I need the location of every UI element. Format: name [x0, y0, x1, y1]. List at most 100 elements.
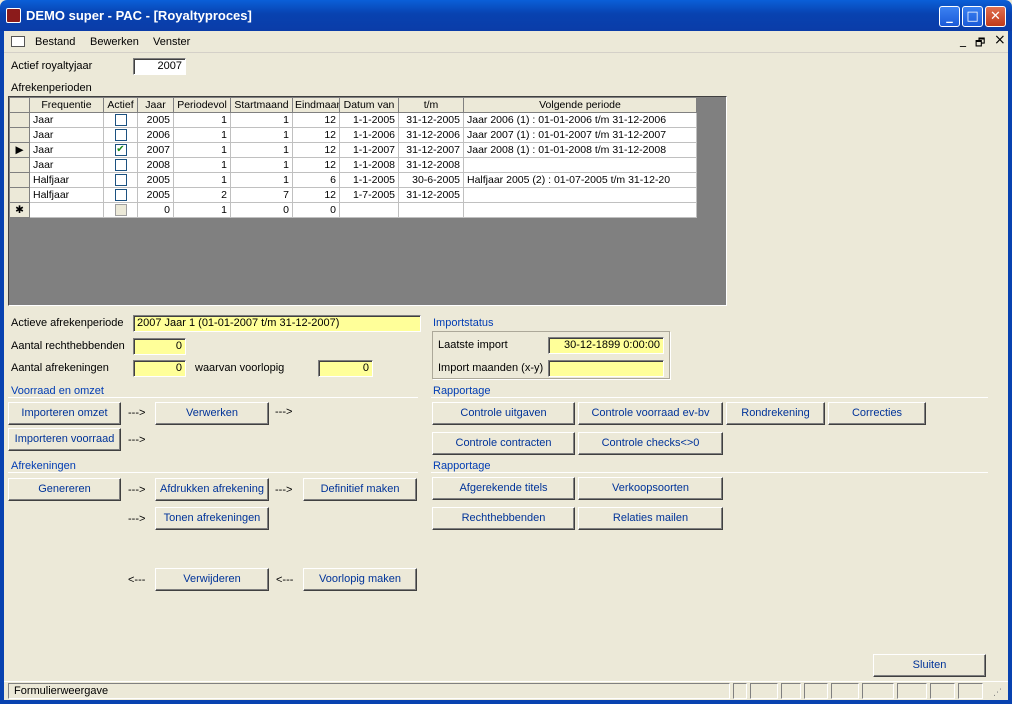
column-header[interactable]: Periodevol	[173, 97, 231, 113]
afrekeningen-field[interactable]: 0	[133, 360, 186, 377]
tm-cell[interactable]	[398, 202, 464, 218]
header-selector[interactable]	[9, 97, 30, 113]
actief-cell[interactable]	[103, 112, 138, 128]
royaltyjaar-field[interactable]: 2007	[133, 58, 186, 75]
rondrekening-button[interactable]: Rondrekening	[726, 402, 825, 425]
eind-cell[interactable]: 12	[292, 157, 340, 173]
van-cell[interactable]: 1-1-2005	[339, 112, 399, 128]
new-record-row[interactable]: ✱ 0 1 0 0	[9, 202, 697, 218]
start-cell[interactable]: 1	[230, 142, 293, 158]
start-cell[interactable]: 1	[230, 172, 293, 188]
van-cell[interactable]: 1-1-2005	[339, 172, 399, 188]
controle-uitgaven-button[interactable]: Controle uitgaven	[432, 402, 575, 425]
start-cell[interactable]: 1	[230, 157, 293, 173]
verwijderen-button[interactable]: Verwijderen	[155, 568, 269, 591]
periode-cell[interactable]: 1	[173, 142, 231, 158]
jaar-cell[interactable]: 2008	[137, 157, 174, 173]
current-record-icon[interactable]: ▶	[9, 142, 30, 158]
actief-checkbox[interactable]: ✔	[114, 144, 127, 157]
actief-cell[interactable]: ✔	[103, 142, 138, 158]
frequentie-cell[interactable]: Jaar	[29, 142, 104, 158]
volgende-cell[interactable]: Jaar 2006 (1) : 01-01-2006 t/m 31-12-200…	[463, 112, 697, 128]
tm-cell[interactable]: 31-12-2006	[398, 127, 464, 143]
relaties-mailen-button[interactable]: Relaties mailen	[578, 507, 723, 530]
actieve-periode-field[interactable]: 2007 Jaar 1 (01-01-2007 t/m 31-12-2007)	[133, 315, 421, 332]
rechthebbenden-button[interactable]: Rechthebbenden	[432, 507, 575, 530]
column-header[interactable]: Volgende periode	[463, 97, 697, 113]
start-cell[interactable]: 0	[230, 202, 293, 218]
eind-cell[interactable]: 0	[292, 202, 340, 218]
verwerken-button[interactable]: Verwerken	[155, 402, 269, 425]
child-minimize-icon[interactable]: _	[960, 33, 966, 47]
voorlopig-field[interactable]: 0	[318, 360, 373, 377]
jaar-cell[interactable]: 2007	[137, 142, 174, 158]
sluiten-button[interactable]: Sluiten	[873, 654, 986, 677]
afgerekende-titels-button[interactable]: Afgerekende titels	[432, 477, 575, 500]
afrekenperioden-grid[interactable]: Frequentie Actief Jaar Periodevol Startm…	[8, 96, 727, 306]
jaar-cell[interactable]: 0	[137, 202, 174, 218]
column-header[interactable]: Datum van	[339, 97, 399, 113]
volgende-cell[interactable]: Halfjaar 2005 (2) : 01-07-2005 t/m 31-12…	[463, 172, 697, 188]
table-row[interactable]: Halfjaar 2005 2 7 12 1-7-2005 31-12-2005	[9, 187, 697, 203]
periode-cell[interactable]: 1	[173, 157, 231, 173]
importeren-omzet-button[interactable]: Importeren omzet	[8, 402, 121, 425]
laatste-import-field[interactable]: 30-12-1899 0:00:00	[548, 337, 664, 354]
voorlopig-maken-button[interactable]: Voorlopig maken	[303, 568, 417, 591]
tm-cell[interactable]: 31-12-2008	[398, 157, 464, 173]
actief-checkbox[interactable]	[114, 159, 127, 172]
tm-cell[interactable]: 31-12-2005	[398, 112, 464, 128]
afdrukken-afrekening-button[interactable]: Afdrukken afrekening	[155, 478, 269, 501]
actief-cell[interactable]	[103, 157, 138, 173]
controle-voorraad-button[interactable]: Controle voorraad ev-bv	[578, 402, 723, 425]
table-row[interactable]: Jaar 2008 1 1 12 1-1-2008 31-12-2008	[9, 157, 697, 173]
actief-cell[interactable]	[103, 172, 138, 188]
frequentie-cell[interactable]	[29, 202, 104, 218]
verkoopsoorten-button[interactable]: Verkoopsoorten	[578, 477, 723, 500]
frequentie-cell[interactable]: Jaar	[29, 157, 104, 173]
frequentie-cell[interactable]: Jaar	[29, 127, 104, 143]
column-header[interactable]: Jaar	[137, 97, 174, 113]
periode-cell[interactable]: 1	[173, 112, 231, 128]
importeren-voorraad-button[interactable]: Importeren voorraad	[8, 428, 121, 451]
row-selector[interactable]	[9, 112, 30, 128]
form-icon[interactable]	[11, 36, 25, 47]
menu-venster[interactable]: Venster	[153, 36, 190, 48]
frequentie-cell[interactable]: Halfjaar	[29, 187, 104, 203]
eind-cell[interactable]: 6	[292, 172, 340, 188]
actief-cell[interactable]	[103, 202, 138, 218]
close-icon[interactable]: ✕	[985, 6, 1006, 27]
tm-cell[interactable]: 31-12-2007	[398, 142, 464, 158]
start-cell[interactable]: 7	[230, 187, 293, 203]
menu-bewerken[interactable]: Bewerken	[90, 36, 139, 48]
van-cell[interactable]: 1-1-2007	[339, 142, 399, 158]
child-restore-icon[interactable]: 🗗	[975, 34, 985, 53]
frequentie-cell[interactable]: Halfjaar	[29, 172, 104, 188]
definitief-maken-button[interactable]: Definitief maken	[303, 478, 417, 501]
eind-cell[interactable]: 12	[292, 187, 340, 203]
controle-contracten-button[interactable]: Controle contracten	[432, 432, 575, 455]
minimize-icon[interactable]: _	[939, 6, 960, 27]
actief-checkbox[interactable]	[114, 204, 127, 217]
row-selector[interactable]	[9, 157, 30, 173]
controle-checks-button[interactable]: Controle checks<>0	[578, 432, 723, 455]
tm-cell[interactable]: 31-12-2005	[398, 187, 464, 203]
actief-cell[interactable]	[103, 127, 138, 143]
menu-bestand[interactable]: Bestand	[35, 36, 75, 48]
periode-cell[interactable]: 1	[173, 172, 231, 188]
actief-checkbox[interactable]	[114, 174, 127, 187]
volgende-cell[interactable]: Jaar 2008 (1) : 01-01-2008 t/m 31-12-200…	[463, 142, 697, 158]
actief-checkbox[interactable]	[114, 189, 127, 202]
eind-cell[interactable]: 12	[292, 142, 340, 158]
volgende-cell[interactable]	[463, 202, 697, 218]
van-cell[interactable]: 1-1-2008	[339, 157, 399, 173]
resize-grip-icon[interactable]: ⋰	[993, 688, 1002, 698]
table-row[interactable]: ▶ Jaar ✔ 2007 1 1 12 1-1-2007 31-12-2007 Jaar 200…	[9, 142, 697, 158]
correcties-button[interactable]: Correcties	[828, 402, 926, 425]
row-selector[interactable]	[9, 172, 30, 188]
van-cell[interactable]	[339, 202, 399, 218]
van-cell[interactable]: 1-7-2005	[339, 187, 399, 203]
frequentie-cell[interactable]: Jaar	[29, 112, 104, 128]
actief-checkbox[interactable]	[114, 129, 127, 142]
actief-checkbox[interactable]	[114, 114, 127, 127]
tonen-afrekeningen-button[interactable]: Tonen afrekeningen	[155, 507, 269, 530]
